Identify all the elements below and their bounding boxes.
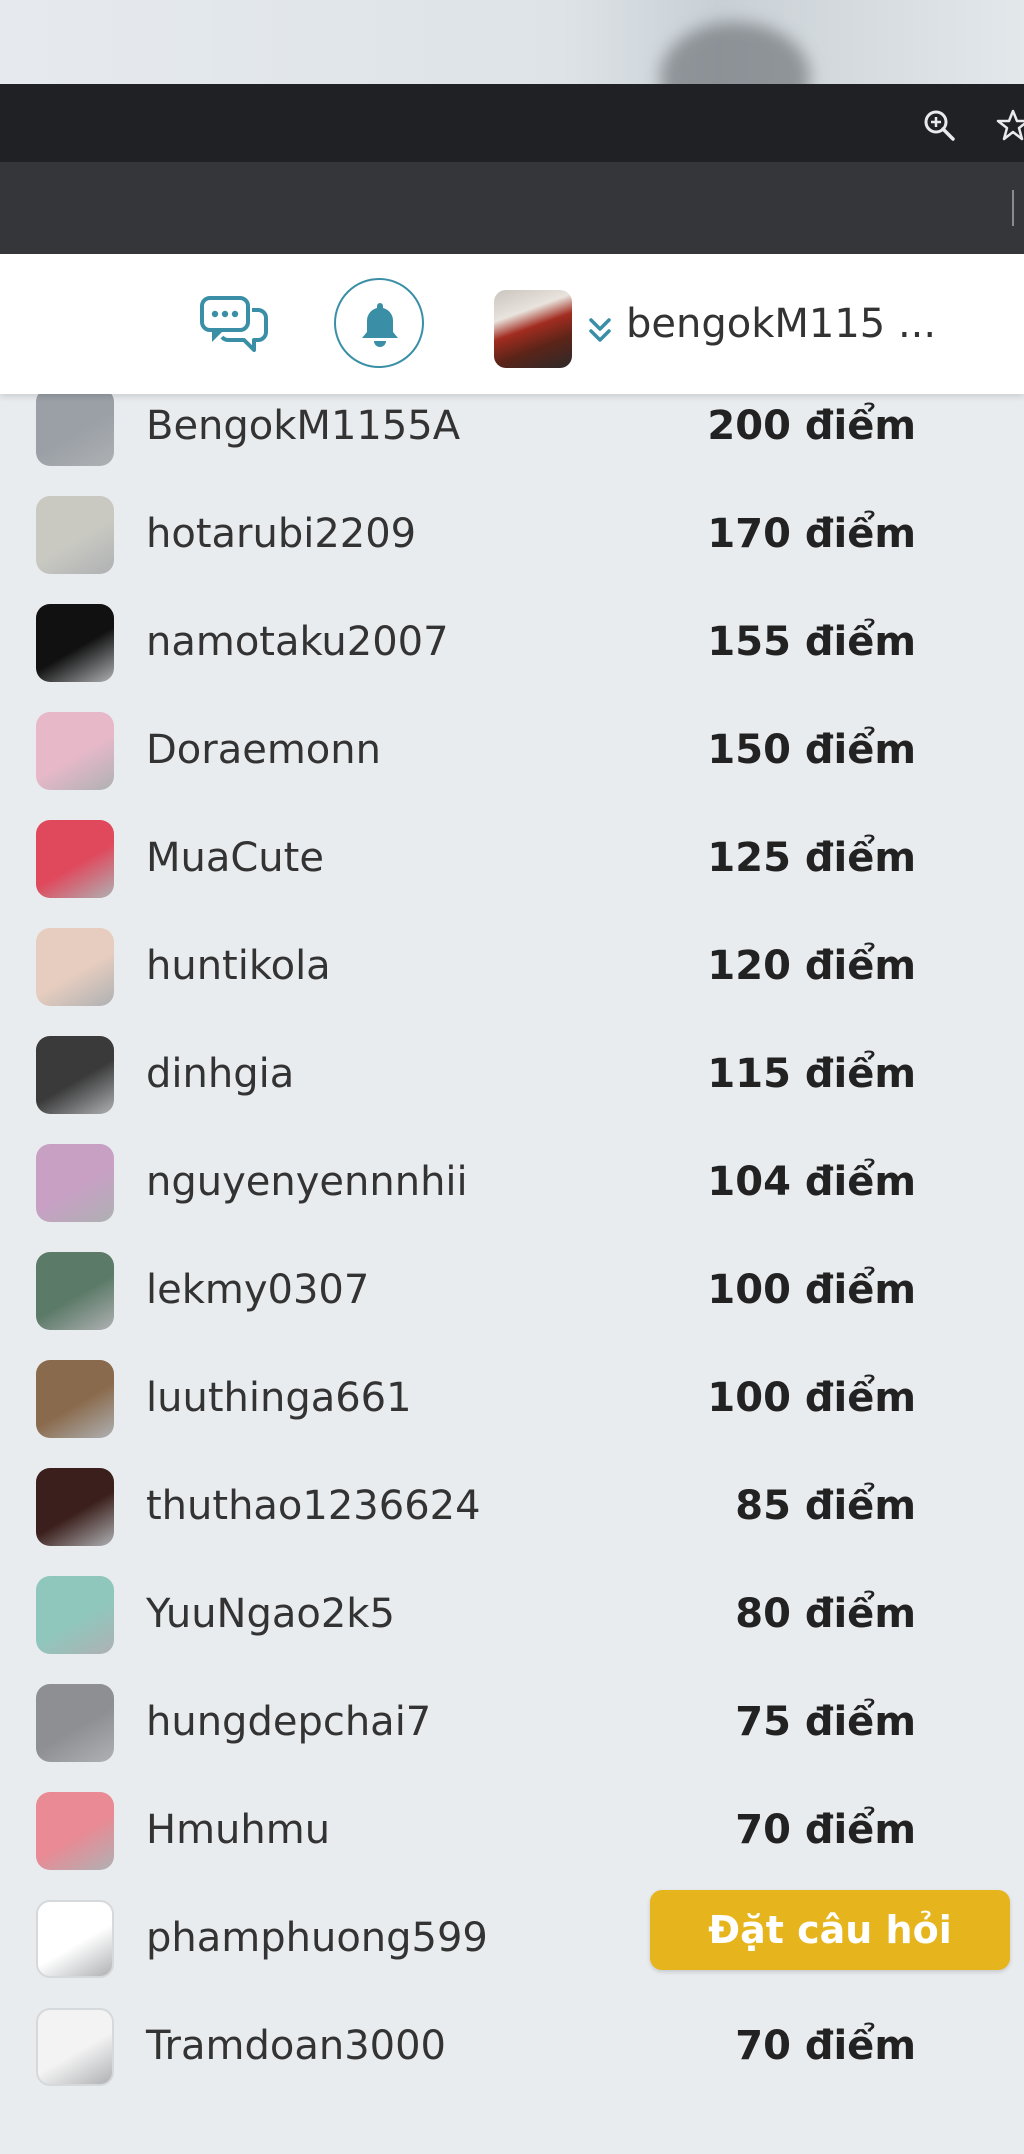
leaderboard-score: 170 điểm: [707, 511, 916, 557]
browser-toolbar: [0, 84, 1024, 162]
bell-icon: [362, 303, 398, 347]
user-avatar[interactable]: [36, 1468, 114, 1546]
user-avatar[interactable]: [494, 290, 572, 368]
leaderboard-username[interactable]: luuthinga661: [146, 1372, 412, 1424]
user-avatar[interactable]: [36, 604, 114, 682]
leaderboard-username[interactable]: huntikola: [146, 940, 331, 992]
leaderboard-username[interactable]: phamphuong599: [146, 1912, 488, 1964]
leaderboard-row: Tramdoan3000 70 điểm: [0, 2008, 1024, 2154]
zoom-in-icon[interactable]: [922, 108, 956, 142]
user-avatar[interactable]: [36, 928, 114, 1006]
site-header: bengokM115 ...: [0, 254, 1024, 394]
chevron-down-icon[interactable]: [588, 316, 612, 346]
bookmarks-divider: [1012, 190, 1014, 226]
leaderboard-score: 70 điểm: [735, 2023, 916, 2069]
leaderboard-username[interactable]: hungdepchai7: [146, 1696, 431, 1748]
leaderboard-score: 100 điểm: [707, 1375, 916, 1421]
notifications-button[interactable]: [334, 278, 424, 368]
leaderboard-username[interactable]: lekmy0307: [146, 1264, 369, 1316]
leaderboard-score: 80 điểm: [735, 1591, 916, 1637]
leaderboard-score: 150 điểm: [707, 727, 916, 773]
ask-question-button[interactable]: Đặt câu hỏi: [650, 1890, 1010, 1970]
leaderboard-score: 104 điểm: [707, 1159, 916, 1205]
user-avatar[interactable]: [36, 1036, 114, 1114]
leaderboard-username[interactable]: namotaku2007: [146, 616, 449, 668]
leaderboard-score: 125 điểm: [707, 835, 916, 881]
leaderboard-username[interactable]: MuaCute: [146, 832, 324, 884]
leaderboard-score: 75 điểm: [735, 1699, 916, 1745]
leaderboard-username[interactable]: Tramdoan3000: [146, 2020, 446, 2072]
user-avatar[interactable]: [36, 388, 114, 466]
user-avatar[interactable]: [36, 1576, 114, 1654]
leaderboard-username[interactable]: nguyenyennnhii: [146, 1156, 468, 1208]
leaderboard-username[interactable]: dinhgia: [146, 1048, 294, 1100]
user-avatar[interactable]: [36, 820, 114, 898]
user-avatar[interactable]: [36, 1684, 114, 1762]
leaderboard-score: 200 điểm: [707, 403, 916, 449]
leaderboard-score: 120 điểm: [707, 943, 916, 989]
leaderboard-score: 155 điểm: [707, 619, 916, 665]
user-avatar[interactable]: [36, 712, 114, 790]
user-menu-name[interactable]: bengokM115 ...: [626, 300, 936, 348]
user-avatar[interactable]: [36, 1360, 114, 1438]
user-avatar[interactable]: [36, 1144, 114, 1222]
leaderboard-list: BengokM1155A 200 điểm hotarubi2209 170 điểm…: [0, 388, 1024, 2114]
star-icon[interactable]: [996, 108, 1024, 142]
desktop-wallpaper: [0, 0, 1024, 84]
leaderboard-username[interactable]: Doraemonn: [146, 724, 381, 776]
leaderboard-username[interactable]: YuuNgao2k5: [146, 1588, 395, 1640]
user-avatar[interactable]: [36, 2008, 114, 2086]
leaderboard-score: 100 điểm: [707, 1267, 916, 1313]
wallpaper-shape: [660, 22, 810, 84]
leaderboard-username[interactable]: BengokM1155A: [146, 400, 460, 452]
chat-bubbles-icon[interactable]: [198, 292, 270, 356]
leaderboard-score: 115 điểm: [707, 1051, 916, 1097]
user-avatar[interactable]: [36, 496, 114, 574]
leaderboard-score: 70 điểm: [735, 1807, 916, 1853]
leaderboard-username[interactable]: hotarubi2209: [146, 508, 416, 560]
user-avatar[interactable]: [36, 1792, 114, 1870]
leaderboard-username[interactable]: thuthao1236624: [146, 1480, 481, 1532]
user-avatar[interactable]: [36, 1900, 114, 1978]
bookmarks-bar: [0, 162, 1024, 254]
leaderboard-score: 85 điểm: [735, 1483, 916, 1529]
user-avatar[interactable]: [36, 1252, 114, 1330]
leaderboard-username[interactable]: Hmuhmu: [146, 1804, 330, 1856]
